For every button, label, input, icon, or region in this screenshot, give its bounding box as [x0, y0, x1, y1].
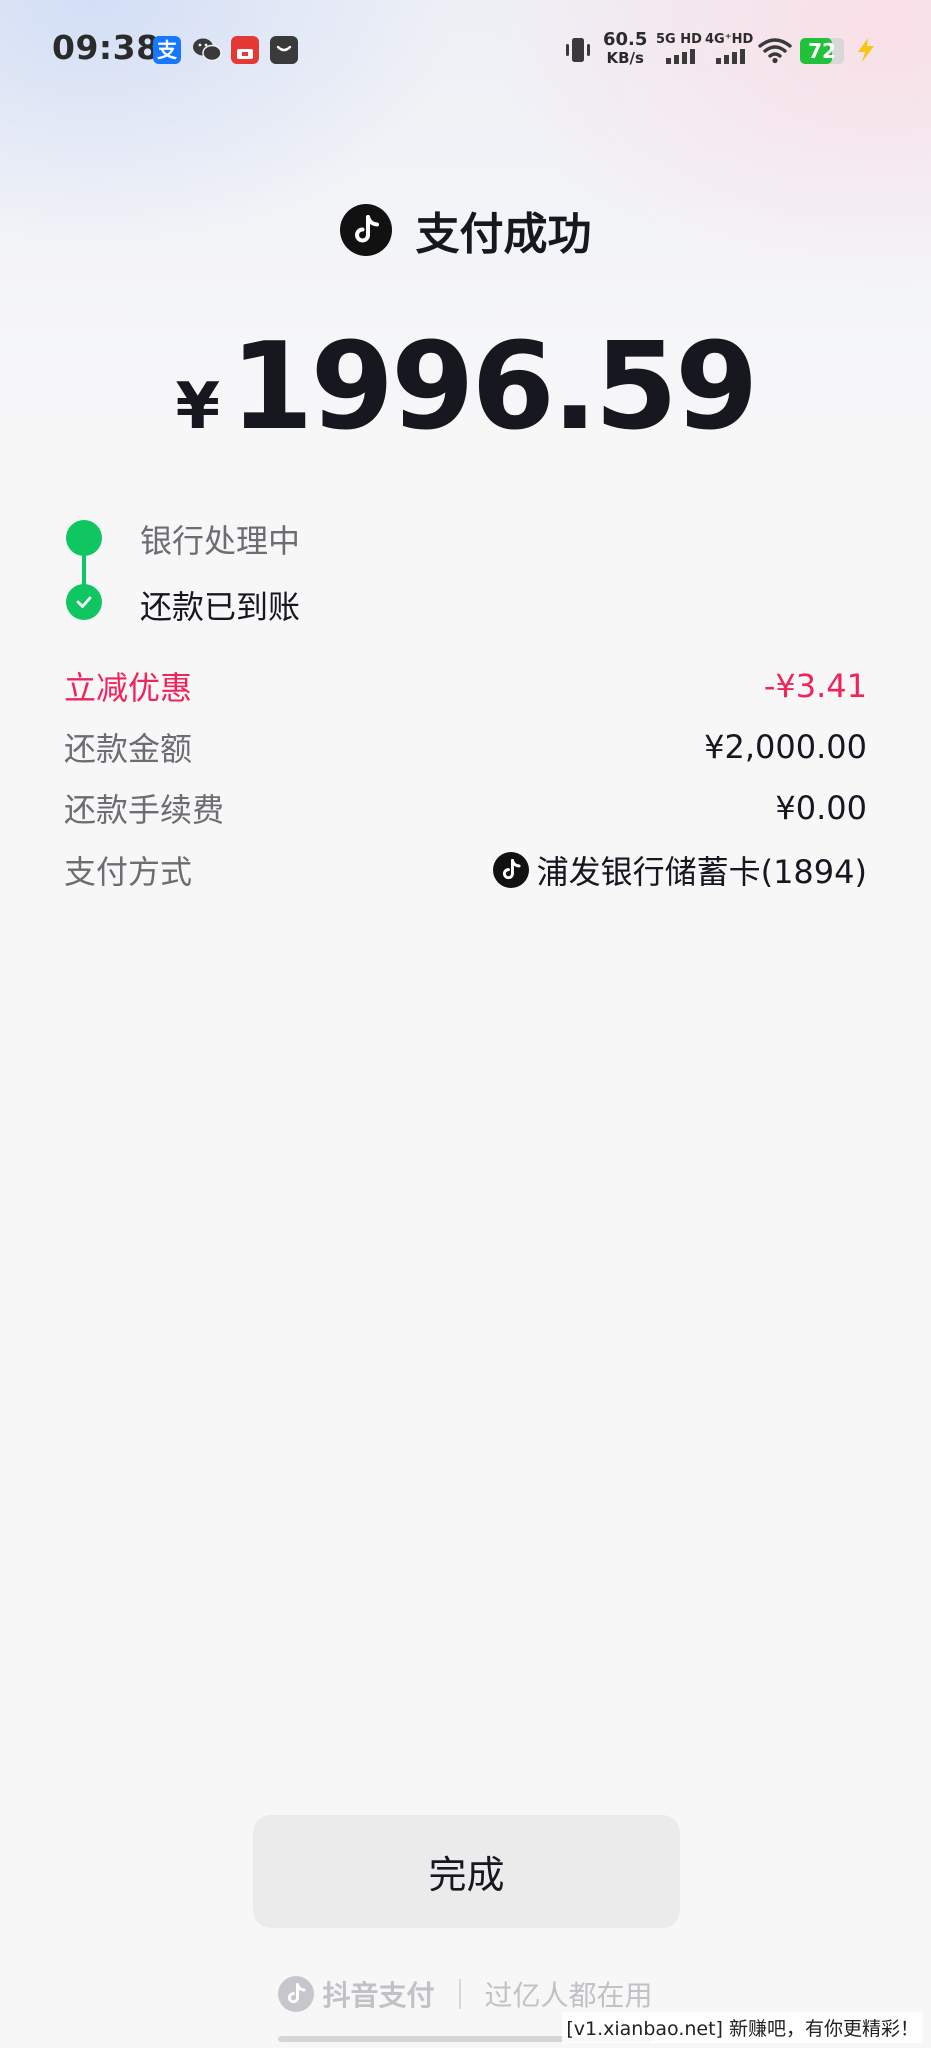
network-speed-unit: KB/s: [606, 49, 644, 67]
timeline-step-label: 还款已到账: [140, 588, 301, 626]
detail-label: 立减优惠: [64, 669, 193, 707]
sim2-label: 4G⁺HD: [705, 32, 754, 47]
page-title: 支付成功: [415, 209, 592, 260]
timeline-step-label: 银行处理中: [140, 522, 301, 560]
payment-method-value: 浦发银行储蓄卡(1894): [492, 847, 867, 893]
detail-label: 还款金额: [64, 730, 193, 768]
battery-icon: 72: [800, 38, 844, 64]
repayment-amount-row: 还款金额 ¥2,000.00: [64, 723, 867, 771]
douyin-icon: [339, 204, 392, 256]
sim1-label: 5G HD: [656, 32, 702, 47]
douyin-icon: [492, 852, 529, 888]
detail-value: -¥3.41: [763, 667, 867, 705]
payment-method-row: 支付方式 浦发银行储蓄卡(1894): [64, 846, 867, 894]
discount-row: 立减优惠 -¥3.41: [64, 662, 867, 710]
status-bar: 09:38 支 60.5 KB/s 5G HD 4G⁺HD 72: [0, 0, 931, 100]
footer-brand-text: 抖音支付: [322, 1979, 435, 2012]
payment-method-text: 浦发银行储蓄卡(1894): [536, 853, 867, 891]
alipay-icon: 支: [153, 36, 181, 64]
footer-divider: [458, 1979, 461, 2009]
network-speed-value: 60.5: [603, 29, 648, 50]
detail-value: ¥2,000.00: [704, 728, 867, 766]
done-button[interactable]: 完成: [253, 1815, 680, 1928]
wifi-icon: [758, 36, 792, 68]
timeline-step-dot: [66, 520, 102, 556]
vibrate-icon: [562, 36, 594, 68]
detail-label: 还款手续费: [64, 791, 225, 829]
footer-slogan: 过亿人都在用: [484, 1979, 653, 2012]
watermark: [v1.xianbao.net] 新赚吧，有你更精彩！: [562, 2012, 923, 2043]
network-speed: 60.5 KB/s: [603, 29, 648, 68]
sim1-signal-icon: [666, 48, 698, 68]
detail-value: ¥0.00: [775, 789, 867, 827]
payment-amount: ¥ 1996.59: [0, 318, 931, 457]
detail-label: 支付方式: [64, 853, 193, 891]
douyin-icon: [278, 1976, 315, 2012]
charging-icon: [852, 36, 880, 68]
check-icon: [66, 584, 102, 620]
wechat-icon: [192, 36, 222, 64]
sim2-signal-icon: [716, 48, 748, 68]
footer-brand: 抖音支付: [278, 1974, 435, 2014]
footer: 抖音支付 过亿人都在用: [0, 1972, 931, 2016]
payment-title-row: 支付成功: [0, 198, 931, 262]
fee-row: 还款手续费 ¥0.00: [64, 784, 867, 832]
battery-level: 72: [808, 39, 836, 63]
currency-symbol: ¥: [175, 370, 220, 444]
app-red-icon: [231, 36, 259, 64]
progress-timeline: 银行处理中 还款已到账: [64, 512, 864, 632]
status-time: 09:38: [52, 28, 160, 67]
amount-value: 1996.59: [229, 318, 759, 457]
app-dark-icon: [270, 36, 298, 64]
